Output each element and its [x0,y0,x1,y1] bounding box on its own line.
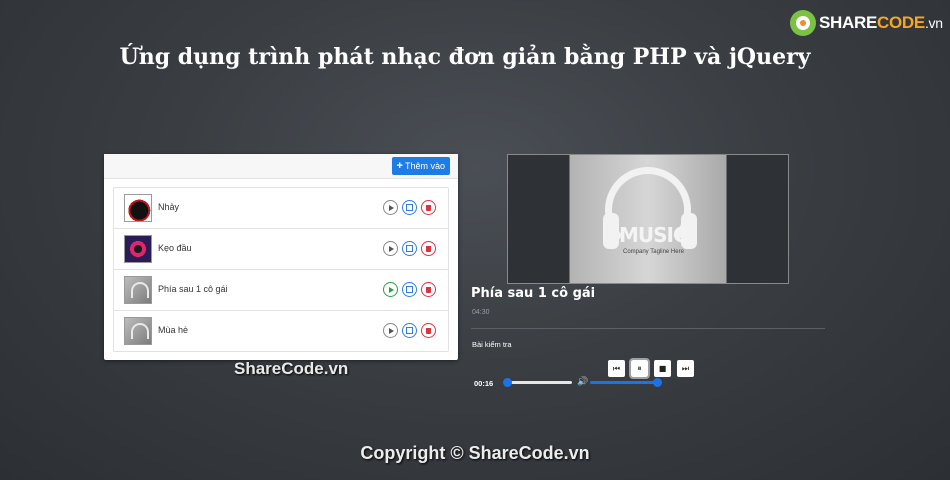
now-playing-duration: 04:30 [472,309,490,316]
plus-icon: + [396,160,403,172]
cover-tagline: Company Tagline Here [623,249,684,255]
divider [471,328,825,329]
stop-icon[interactable]: ■ [654,360,671,377]
add-song-button[interactable]: + Thêm vào [391,157,450,175]
now-playing-artist: Bài kiểm tra [472,340,512,349]
play-icon[interactable] [383,241,398,256]
play-icon[interactable] [383,200,398,215]
edit-icon[interactable] [402,323,417,338]
delete-icon[interactable] [421,323,436,338]
footer-copyright: Copyright © ShareCode.vn [360,443,590,463]
delete-icon[interactable] [421,241,436,256]
delete-icon[interactable] [421,200,436,215]
song-thumbnail [124,317,152,345]
now-playing-title: Phía sau 1 cô gái [471,286,596,301]
list-item[interactable]: Phía sau 1 cô gái [114,270,448,311]
seek-bar[interactable] [504,381,572,384]
brand-logo: SHARECODE.vn [790,10,943,36]
edit-icon[interactable] [402,241,417,256]
seek-handle[interactable] [503,378,512,387]
brand-logo-icon [790,10,816,36]
list-item[interactable]: Nhảy [114,188,448,229]
edit-icon[interactable] [402,282,417,297]
elapsed-time: 00:16 [474,379,494,388]
play-icon[interactable] [383,282,398,297]
list-item[interactable]: Kẹo đầu [114,229,448,270]
song-thumbnail [124,276,152,304]
previous-icon[interactable]: ⏮ [608,360,625,377]
edit-icon[interactable] [402,200,417,215]
headphones-icon: MUSIC Company Tagline Here [597,167,703,263]
watermark: ShareCode.vn [234,359,349,378]
volume-handle[interactable] [653,378,662,387]
page-title: Ứng dụng trình phát nhạc đơn giản bằng P… [119,44,811,70]
list-item[interactable]: Mùa hè [114,311,448,351]
song-title: Kẹo đầu [158,243,192,253]
song-thumbnail [124,235,152,263]
next-icon[interactable]: ⏭ [677,360,694,377]
playlist-panel: + Thêm vào Nhảy Kẹo đầu Phía sau 1 cô gái [104,154,458,360]
album-cover: MUSIC Company Tagline Here [507,154,789,284]
song-list: Nhảy Kẹo đầu Phía sau 1 cô gái Mùa hè [113,187,449,352]
delete-icon[interactable] [421,282,436,297]
song-title: Mùa hè [158,325,189,335]
cover-text: MUSIC [619,223,688,247]
play-icon[interactable] [383,323,398,338]
song-title: Phía sau 1 cô gái [158,284,228,294]
volume-icon[interactable]: 🔊 [577,377,588,387]
pause-icon[interactable]: ⏸ [629,358,650,379]
volume-slider[interactable] [590,381,660,384]
song-title: Nhảy [158,202,180,212]
playlist-header: + Thêm vào [104,154,458,179]
player-controls: ⏮ ⏸ ■ ⏭ [608,358,694,379]
song-thumbnail [124,194,152,222]
